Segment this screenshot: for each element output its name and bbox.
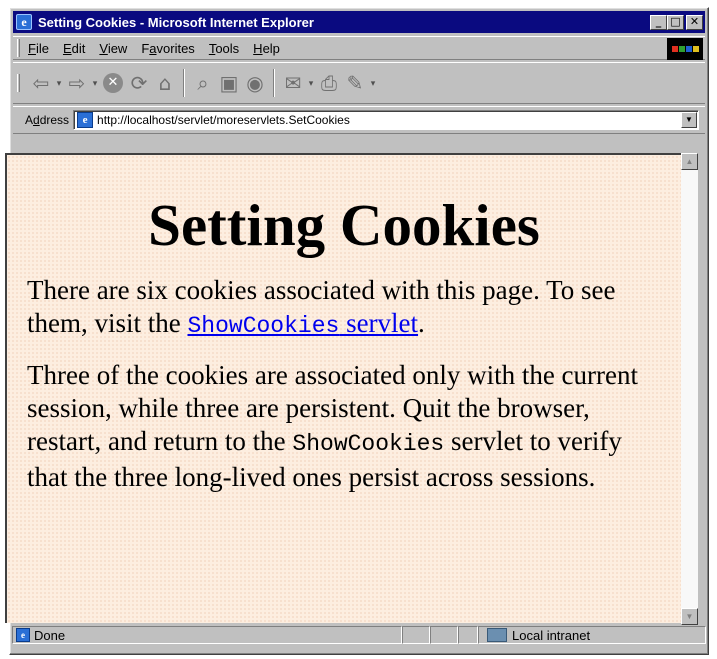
local-intranet-icon (487, 628, 507, 642)
print-icon[interactable]: ⎙ (316, 68, 342, 98)
windows-logo-icon (667, 38, 703, 60)
status-text-cell: e Done (12, 626, 402, 644)
status-cell-empty (430, 626, 458, 644)
paragraph-details: Three of the cookies are associated only… (27, 360, 639, 492)
menu-help[interactable]: Help (253, 41, 280, 56)
edit-icon[interactable]: ✎ (342, 68, 368, 98)
page-status-icon: e (16, 628, 30, 642)
home-icon[interactable]: ⌂ (152, 68, 178, 98)
scroll-up-button[interactable]: ▲ (681, 153, 698, 170)
status-cell-empty (402, 626, 430, 644)
page-icon: e (77, 112, 94, 128)
ie-logo-icon[interactable]: e (16, 14, 32, 30)
close-button[interactable]: ✕ (686, 14, 703, 30)
forward-dropdown-icon[interactable]: ▾ (90, 78, 100, 89)
address-input[interactable]: e http://localhost/servlet/moreservlets.… (73, 110, 699, 130)
vertical-scrollbar[interactable]: ▲ ▼ (681, 153, 698, 625)
status-text: Done (34, 627, 66, 643)
status-bar: e Done Local intranet (12, 626, 706, 644)
status-cell-empty (458, 626, 478, 644)
window-title: Setting Cookies - Microsoft Internet Exp… (38, 14, 314, 30)
menu-favorites[interactable]: Favorites (141, 41, 194, 56)
refresh-icon[interactable]: ⟳ (126, 68, 152, 98)
address-label: Address (25, 113, 70, 127)
search-icon[interactable]: ⌕ (190, 68, 216, 98)
toolbar-separator (183, 69, 185, 97)
back-dropdown-icon[interactable]: ▾ (54, 78, 64, 89)
stop-icon: ✕ (103, 73, 123, 93)
page-content: Setting Cookies There are six cookies as… (5, 153, 681, 623)
history-icon[interactable]: ◉ (242, 68, 268, 98)
maximize-button[interactable]: □ (667, 14, 684, 30)
favorites-icon[interactable]: ▣ (216, 68, 242, 98)
menu-view[interactable]: View (99, 41, 127, 56)
scroll-down-button[interactable]: ▼ (681, 608, 698, 625)
standard-toolbar: ⇦ ▾ ⇨ ▾ ✕ ⟳ ⌂ ⌕ ▣ ◉ ✉ ▾ ⎙ ✎ ▾ (13, 62, 705, 104)
back-icon[interactable]: ⇦ (28, 68, 54, 98)
address-dropdown-button[interactable]: ▼ (681, 112, 697, 128)
window-controls: _ □ ✕ (650, 14, 703, 30)
menu-grip[interactable] (17, 39, 20, 57)
security-zone: Local intranet (512, 627, 591, 643)
menu-edit[interactable]: Edit (63, 41, 85, 56)
address-url[interactable]: http://localhost/servlet/moreservlets.Se… (97, 113, 350, 127)
menu-bar: File Edit View Favorites Tools Help (13, 36, 705, 60)
stop-button[interactable]: ✕ (100, 68, 126, 98)
toolbar-grip[interactable] (17, 74, 20, 92)
forward-icon[interactable]: ⇨ (64, 68, 90, 98)
page-heading: Setting Cookies (148, 192, 540, 258)
showcookies-code: ShowCookies (292, 431, 445, 457)
title-bar[interactable]: e Setting Cookies - Microsoft Internet E… (13, 11, 705, 33)
security-zone-cell[interactable]: Local intranet (478, 626, 706, 644)
paragraph-intro: There are six cookies associated with th… (27, 275, 616, 339)
menu-file[interactable]: File (28, 41, 49, 56)
mail-icon[interactable]: ✉ (280, 68, 306, 98)
menu-tools[interactable]: Tools (209, 41, 239, 56)
showcookies-link[interactable]: ShowCookies servlet (187, 308, 418, 339)
address-bar: Address e http://localhost/servlet/mores… (13, 106, 705, 134)
toolbar-separator (273, 69, 275, 97)
mail-dropdown-icon[interactable]: ▾ (306, 78, 316, 89)
minimize-button[interactable]: _ (650, 14, 667, 30)
edit-dropdown-icon[interactable]: ▾ (368, 78, 378, 89)
